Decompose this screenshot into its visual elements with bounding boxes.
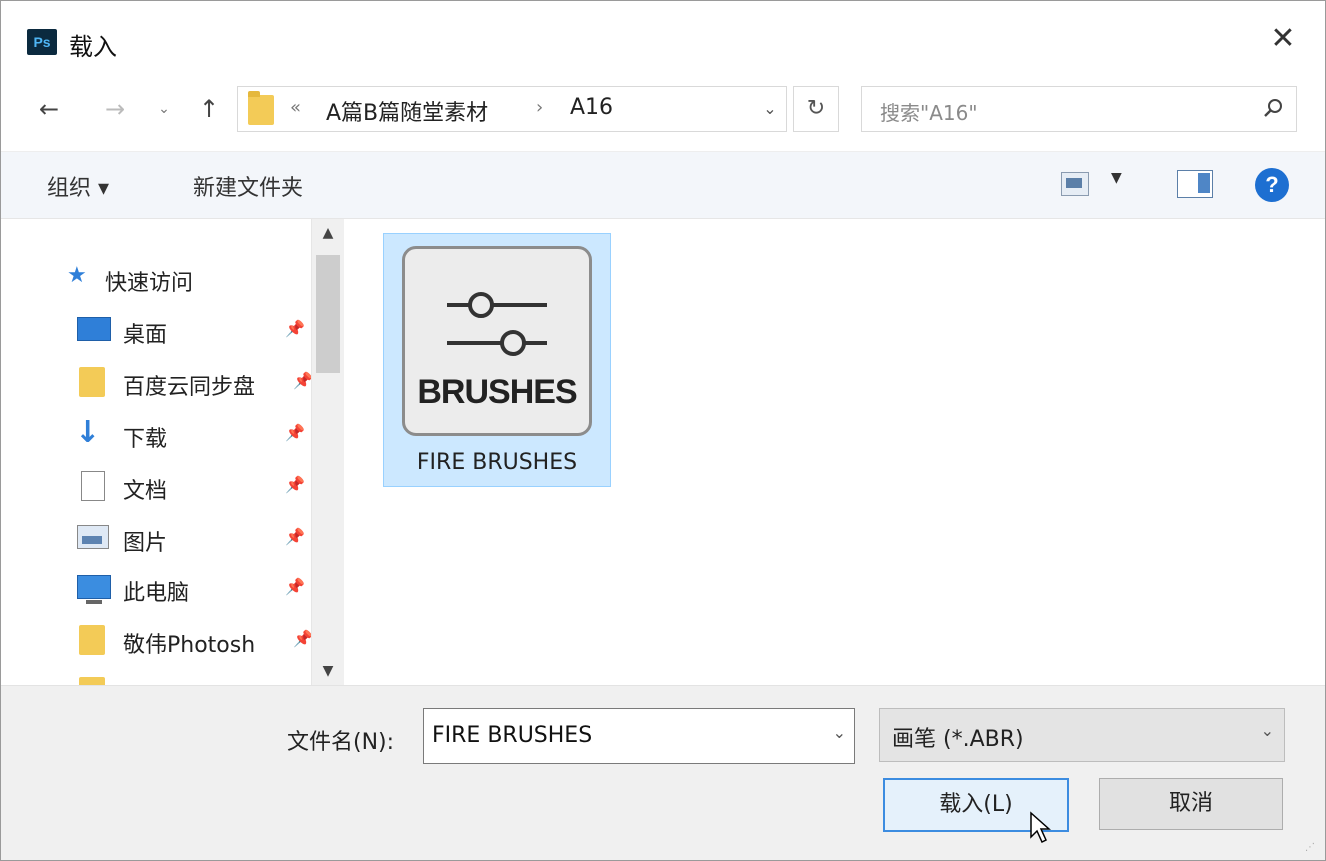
pin-icon: 📌 bbox=[293, 371, 313, 390]
nav-pane-scrollbar[interactable]: ▲ ▼ bbox=[311, 219, 344, 685]
computer-icon bbox=[77, 575, 111, 604]
navigation-pane: ★ 快速访问 桌面 📌 百度云同步盘 📌 ↓ 下载 📌 文档 📌 图片 📌 此电… bbox=[1, 219, 343, 685]
pin-icon: 📌 bbox=[285, 527, 305, 546]
nav-item-documents[interactable]: 文档 📌 bbox=[75, 467, 311, 507]
nav-item-label: 文档 bbox=[123, 479, 168, 504]
breadcrumb-item-current[interactable]: A16 bbox=[570, 95, 613, 120]
scroll-down-arrow-icon[interactable]: ▼ bbox=[312, 663, 344, 679]
desktop-icon bbox=[77, 317, 111, 341]
search-icon bbox=[1264, 99, 1282, 117]
nav-item-this-pc[interactable]: 此电脑 📌 bbox=[75, 569, 311, 609]
recent-locations-chevron-icon[interactable]: ⌄ bbox=[151, 91, 177, 127]
filetype-select[interactable]: 画笔 (*.ABR) ⌄ bbox=[879, 708, 1285, 762]
nav-item-pictures[interactable]: 图片 📌 bbox=[75, 519, 311, 559]
view-options-dropdown-icon[interactable]: ▼ bbox=[1111, 170, 1122, 186]
pin-icon: 📌 bbox=[285, 423, 305, 442]
photoshop-app-icon: Ps bbox=[27, 29, 57, 55]
nav-item-jingwei-photoshop[interactable]: 敬伟Photosh 📌 bbox=[75, 621, 313, 661]
search-box[interactable]: 搜索"A16" bbox=[861, 86, 1297, 132]
document-icon bbox=[81, 471, 105, 501]
file-name-label: FIRE BRUSHES bbox=[416, 450, 578, 475]
filename-dropdown-chevron-icon[interactable]: ⌄ bbox=[833, 723, 846, 742]
folder-icon bbox=[248, 91, 274, 125]
breadcrumb-overflow[interactable]: « bbox=[290, 97, 301, 118]
footer-panel: 文件名(N): FIRE BRUSHES ⌄ 画笔 (*.ABR) ⌄ 载入(L… bbox=[1, 685, 1325, 860]
filetype-chevron-icon: ⌄ bbox=[1260, 721, 1274, 740]
filename-value[interactable]: FIRE BRUSHES bbox=[432, 723, 592, 748]
nav-quick-access[interactable]: ★ 快速访问 bbox=[67, 259, 311, 299]
nav-item-label: 桌面 bbox=[123, 323, 168, 348]
title-bar: Ps 载入 ✕ bbox=[1, 1, 1325, 79]
pictures-icon bbox=[77, 525, 109, 549]
download-icon: ↓ bbox=[75, 415, 101, 450]
search-input[interactable]: 搜索"A16" bbox=[880, 97, 978, 126]
resize-grip-icon[interactable]: ⋰ bbox=[1305, 842, 1319, 856]
command-bar: 组织 ▾ 新建文件夹 ▼ ? bbox=[1, 151, 1325, 219]
nav-item-desktop[interactable]: 桌面 📌 bbox=[75, 311, 311, 351]
scroll-thumb[interactable] bbox=[316, 255, 340, 373]
address-dropdown-chevron-icon[interactable]: ⌄ bbox=[757, 96, 783, 122]
nav-item-label: 下载 bbox=[123, 427, 168, 452]
back-arrow-icon[interactable]: ← bbox=[31, 91, 67, 127]
nav-item-label: 图片 bbox=[123, 531, 168, 556]
forward-arrow-icon[interactable]: → bbox=[97, 91, 133, 127]
change-view-icon[interactable] bbox=[1061, 172, 1089, 196]
pin-icon: 📌 bbox=[293, 629, 313, 648]
pin-icon: 📌 bbox=[285, 577, 305, 596]
new-folder-button[interactable]: 新建文件夹 bbox=[193, 170, 303, 202]
nav-item-partial[interactable] bbox=[75, 673, 311, 685]
address-bar[interactable]: « A篇B篇随堂素材 › A16 bbox=[237, 86, 787, 132]
breadcrumb-item-parent[interactable]: A篇B篇随堂素材 bbox=[326, 95, 488, 127]
nav-item-label: 此电脑 bbox=[123, 581, 190, 606]
breadcrumb-separator[interactable]: › bbox=[536, 97, 543, 118]
folder-icon bbox=[79, 367, 105, 397]
filetype-value: 画笔 (*.ABR) bbox=[892, 727, 1024, 752]
filename-label: 文件名(N): bbox=[287, 730, 395, 755]
folder-icon bbox=[79, 625, 105, 655]
pin-icon: 📌 bbox=[285, 475, 305, 494]
sliders-icon bbox=[447, 292, 547, 356]
organize-menu-button[interactable]: 组织 ▾ bbox=[47, 170, 109, 202]
pin-icon: 📌 bbox=[285, 319, 305, 338]
nav-item-downloads[interactable]: ↓ 下载 📌 bbox=[75, 415, 311, 455]
mouse-pointer-icon bbox=[1030, 811, 1051, 844]
file-icon-caption: BRUSHES bbox=[417, 373, 577, 411]
close-button[interactable]: ✕ bbox=[1265, 21, 1301, 57]
scroll-up-arrow-icon[interactable]: ▲ bbox=[312, 225, 344, 241]
folder-icon bbox=[79, 677, 105, 685]
nav-item-label: 敬伟Photosh bbox=[123, 633, 256, 658]
nav-item-baidu-sync[interactable]: 百度云同步盘 📌 bbox=[75, 363, 313, 403]
file-list: BRUSHES FIRE BRUSHES bbox=[345, 219, 1325, 685]
brushes-file-icon: BRUSHES bbox=[402, 246, 592, 436]
star-icon: ★ bbox=[67, 263, 87, 288]
filename-input[interactable]: FIRE BRUSHES ⌄ bbox=[423, 708, 855, 764]
refresh-button[interactable]: ↻ bbox=[793, 86, 839, 132]
nav-item-label: 百度云同步盘 bbox=[123, 375, 256, 400]
up-arrow-icon[interactable]: ↑ bbox=[191, 91, 227, 127]
cancel-button[interactable]: 取消 bbox=[1099, 778, 1283, 830]
help-icon[interactable]: ? bbox=[1255, 168, 1289, 202]
nav-item-label: 快速访问 bbox=[105, 271, 194, 296]
preview-pane-icon[interactable] bbox=[1177, 170, 1213, 198]
file-item-fire-brushes[interactable]: BRUSHES FIRE BRUSHES bbox=[383, 233, 611, 487]
load-dialog: Ps 载入 ✕ ← → ⌄ ↑ « A篇B篇随堂素材 › A16 ⌄ ↻ 搜索"… bbox=[0, 0, 1326, 861]
window-title: 载入 bbox=[69, 33, 117, 61]
